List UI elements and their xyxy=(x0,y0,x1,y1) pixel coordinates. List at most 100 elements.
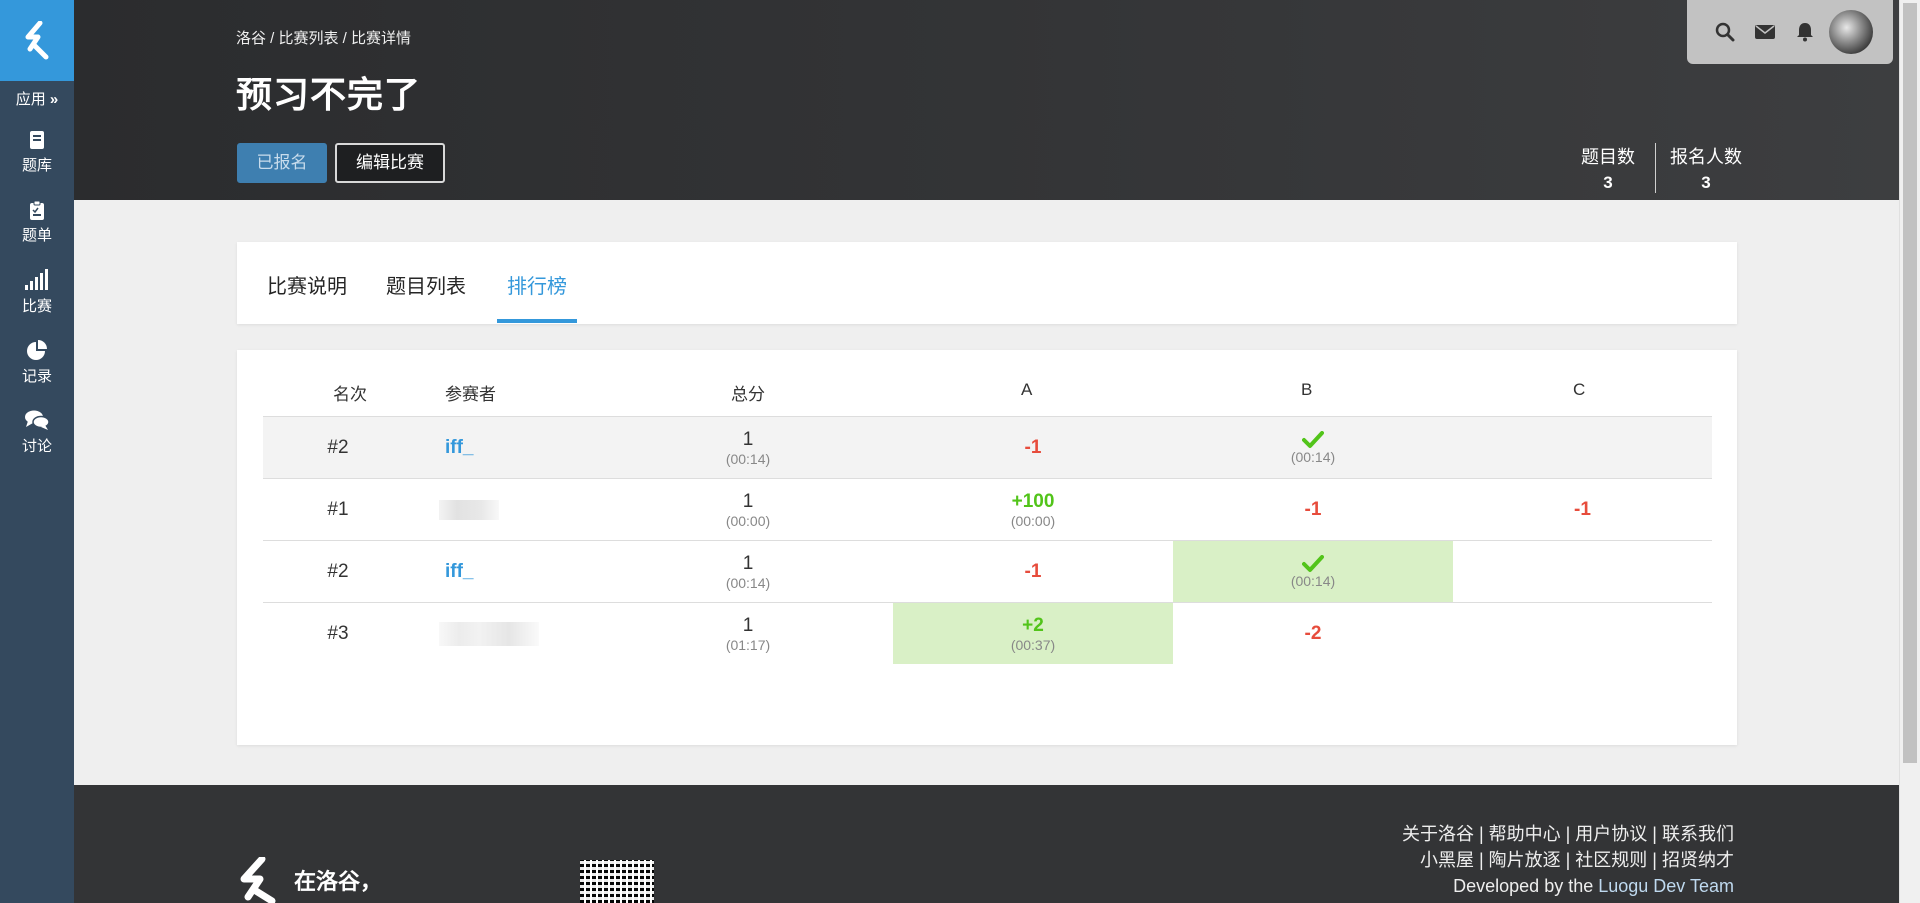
blurred-username xyxy=(439,499,499,520)
avatar[interactable] xyxy=(1829,10,1873,54)
luogu-logo-icon xyxy=(240,857,276,903)
footer: 关于洛谷 | 帮助中心 | 用户协议 | 联系我们 小黑屋 | 陶片放逐 | 社… xyxy=(74,785,1899,903)
score-value: 1 xyxy=(742,614,754,636)
total-score-cell: 1 (00:00) xyxy=(683,479,813,540)
scoreboard-header: 名次 参赛者 总分 A B C xyxy=(263,380,1712,410)
problem-a-cell: +100 (00:00) xyxy=(893,479,1173,540)
problem-c-cell xyxy=(1453,541,1712,602)
page-title: 预习不完了 xyxy=(236,74,422,115)
app-menu-toggle[interactable]: 应用 » xyxy=(0,89,74,111)
comments-icon xyxy=(25,410,50,430)
solve-time: (00:14) xyxy=(1290,448,1336,465)
attempt-result: +2 xyxy=(1022,614,1044,636)
total-score-cell: 1 (00:14) xyxy=(683,417,813,478)
scoreboard: 名次 参赛者 总分 A B C #2 iff_ 1 (00:14) -1 (00… xyxy=(237,350,1737,745)
participant-link[interactable]: iff_ xyxy=(445,561,474,583)
penalty-time: (00:00) xyxy=(725,512,771,529)
column-header-b[interactable]: B xyxy=(1301,380,1312,400)
participant-cell: iff_ xyxy=(445,417,595,478)
user-panel xyxy=(1687,0,1893,64)
attempt-result: -1 xyxy=(1024,436,1042,458)
table-row: #1 1 (00:00) +100 (00:00) -1 -1 xyxy=(263,478,1712,540)
contest-header: 洛谷 / 比赛列表 / 比赛详情 预习不完了 已报名 编辑比赛 题目数 3 报名… xyxy=(74,0,1899,200)
problem-b-cell: -2 xyxy=(1173,603,1453,664)
attempt-result: -2 xyxy=(1304,622,1322,644)
luogu-logo[interactable] xyxy=(0,0,74,81)
bar-chart-icon xyxy=(25,268,48,290)
problem-c-cell: -1 xyxy=(1453,479,1712,540)
book-icon xyxy=(30,130,44,149)
footer-logo: 在洛谷， xyxy=(236,857,382,903)
bell-icon[interactable] xyxy=(1787,14,1823,50)
participant-cell: iff_ xyxy=(445,541,595,602)
problem-a-cell: -1 xyxy=(893,541,1173,602)
footer-links-row-1[interactable]: 关于洛谷 | 帮助中心 | 用户协议 | 联系我们 xyxy=(1402,821,1734,847)
page-scrollbar[interactable] xyxy=(1899,0,1920,903)
edit-contest-button[interactable]: 编辑比赛 xyxy=(335,143,445,183)
active-tab-indicator xyxy=(497,319,577,323)
stat-participant-count: 报名人数 3 xyxy=(1656,143,1756,193)
rank-cell: #2 xyxy=(327,436,349,458)
sidebar-item-label: 记录 xyxy=(21,367,52,385)
stat-label: 题目数 xyxy=(1581,147,1635,167)
problem-a-cell-first-blood: +2 (00:37) xyxy=(893,603,1173,664)
column-header-c[interactable]: C xyxy=(1573,380,1585,400)
total-score-cell: 1 (01:17) xyxy=(683,603,813,664)
solve-time: (00:37) xyxy=(1010,636,1056,653)
score-value: 1 xyxy=(742,552,754,574)
sidebar-item-contests[interactable]: 比赛 xyxy=(0,257,74,327)
solve-time: (00:00) xyxy=(1010,512,1056,529)
total-score-cell: 1 (00:14) xyxy=(683,541,813,602)
sidebar-item-label: 比赛 xyxy=(21,297,52,315)
table-row: #3 1 (01:17) +2 (00:37) -2 xyxy=(263,602,1712,664)
attempt-result: +100 xyxy=(1011,490,1055,512)
registered-button[interactable]: 已报名 xyxy=(237,143,327,183)
penalty-time: (00:14) xyxy=(725,450,771,467)
contest-stats: 题目数 3 报名人数 3 xyxy=(1561,143,1756,193)
problem-b-cell: (00:14) xyxy=(1173,417,1453,478)
attempt-result: -1 xyxy=(1024,560,1042,582)
mail-icon[interactable] xyxy=(1747,14,1783,50)
column-header-total: 总分 xyxy=(731,385,765,404)
solve-time: (00:14) xyxy=(1290,572,1336,589)
pie-chart-icon xyxy=(27,339,47,360)
scrollbar-thumb[interactable] xyxy=(1903,3,1917,763)
breadcrumb[interactable]: 洛谷 / 比赛列表 / 比赛详情 xyxy=(236,27,411,48)
footer-links-row-2[interactable]: 小黑屋 | 陶片放逐 | 社区规则 | 招贤纳才 xyxy=(1402,847,1734,873)
footer-credit: Developed by the Luogu Dev Team xyxy=(1402,873,1734,899)
search-icon[interactable] xyxy=(1707,14,1743,50)
attempt-result: -1 xyxy=(1574,498,1591,520)
credit-prefix: Developed by the xyxy=(1453,876,1599,896)
column-header-rank: 名次 xyxy=(333,385,367,404)
sidebar-item-problems[interactable]: 题库 xyxy=(0,117,74,187)
column-header-participant: 参赛者 xyxy=(445,385,496,404)
sidebar-item-label: 题单 xyxy=(21,226,52,244)
score-value: 1 xyxy=(742,428,754,450)
tab-problem-list[interactable]: 题目列表 xyxy=(386,270,466,299)
sidebar-item-label: 题库 xyxy=(21,156,52,174)
tab-description[interactable]: 比赛说明 xyxy=(267,270,347,299)
problem-a-cell: -1 xyxy=(893,417,1173,478)
penalty-time: (00:14) xyxy=(725,574,771,591)
sidebar-item-training[interactable]: 题单 xyxy=(0,187,74,257)
check-icon xyxy=(1302,554,1324,572)
participant-cell xyxy=(439,603,589,664)
sidebar-item-label: 讨论 xyxy=(21,437,52,455)
participant-link[interactable]: iff_ xyxy=(445,437,474,459)
app-menu-label: 应用 xyxy=(15,91,46,108)
sidebar-item-discuss[interactable]: 讨论 xyxy=(0,397,74,467)
footer-links: 关于洛谷 | 帮助中心 | 用户协议 | 联系我们 小黑屋 | 陶片放逐 | 社… xyxy=(1402,821,1734,899)
rank-cell: #3 xyxy=(327,622,349,644)
contest-tabs: 比赛说明 题目列表 排行榜 xyxy=(237,242,1737,324)
stat-value: 3 xyxy=(1701,173,1711,192)
problem-b-cell-first-blood: (00:14) xyxy=(1173,541,1453,602)
problem-c-cell xyxy=(1453,603,1712,664)
sidebar: 应用 » 题库 题单 比赛 记录 讨论 xyxy=(0,0,74,903)
table-row: #2 iff_ 1 (00:14) -1 (00:14) xyxy=(263,540,1712,602)
sidebar-item-records[interactable]: 记录 xyxy=(0,327,74,397)
rank-cell: #2 xyxy=(327,560,349,582)
column-header-a[interactable]: A xyxy=(1021,380,1032,400)
dev-team-link[interactable]: Luogu Dev Team xyxy=(1598,876,1734,896)
tab-scoreboard[interactable]: 排行榜 xyxy=(507,270,567,299)
stat-value: 3 xyxy=(1603,173,1613,192)
